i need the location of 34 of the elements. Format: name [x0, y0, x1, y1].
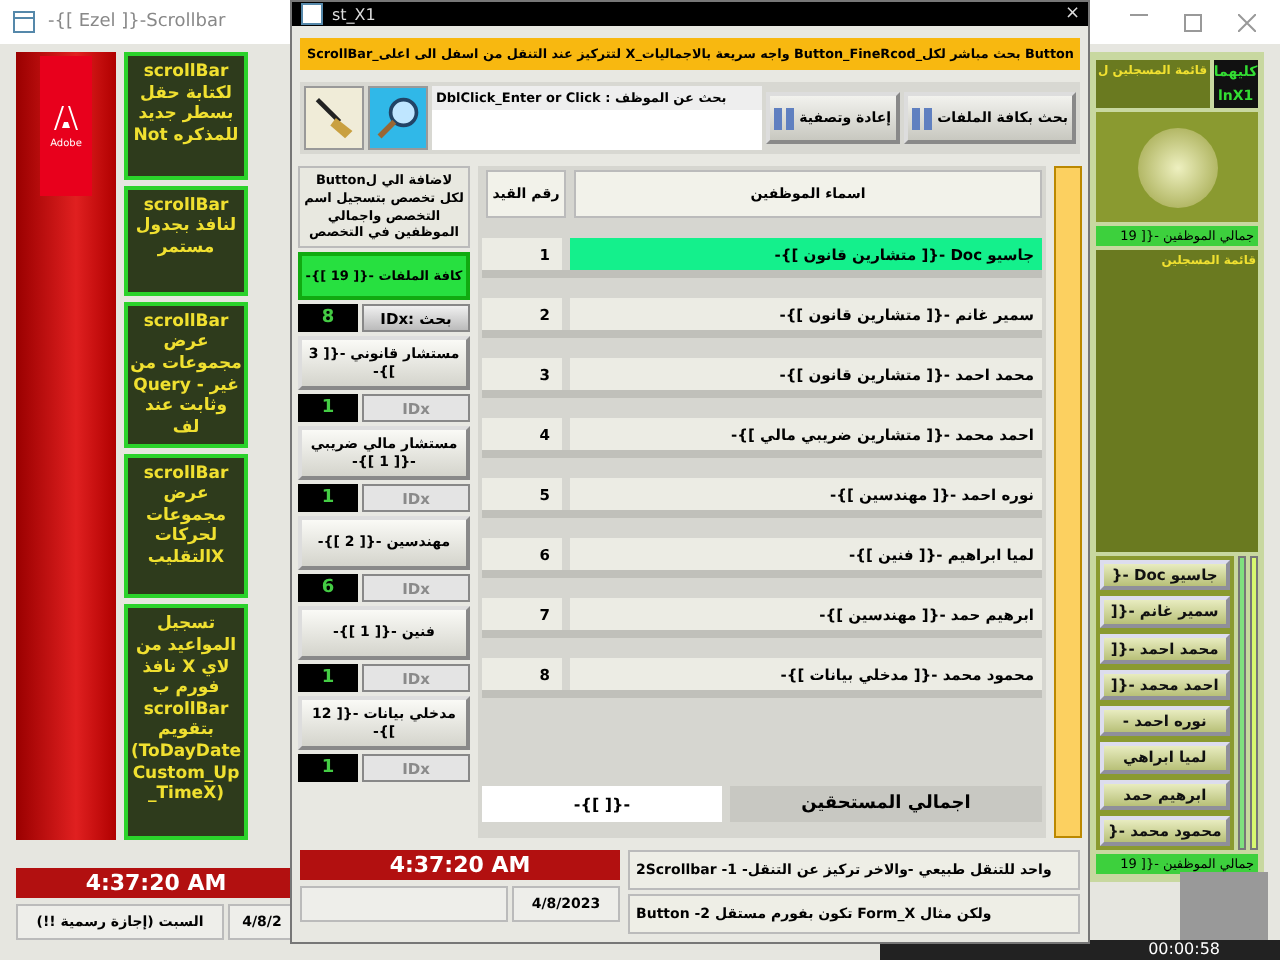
window-title: st_X1 — [332, 5, 376, 23]
id-field[interactable]: 8 — [298, 304, 358, 333]
search-icon — [374, 92, 422, 144]
window-icon — [12, 10, 36, 34]
window-icon — [300, 2, 324, 26]
menu-card[interactable]: scrollBar لنافذ بجدول مستمر — [124, 185, 248, 296]
count-field: 1 — [298, 664, 358, 693]
total-label: اجمالي المستحقين — [730, 786, 1042, 822]
total-field: -{[ ]}- — [482, 786, 722, 822]
count-field: 1 — [298, 394, 358, 423]
menu-card[interactable]: scrollBar لكتابة حقل بسطر جديد Not للمذكره — [124, 52, 248, 180]
scrollbar[interactable] — [1249, 556, 1258, 850]
menu-card[interactable]: تسجيل المواعيد من نافذ X لاي فورم ب scrollBar بتقويم (ToDayDate Custom_Up _TimeX) — [124, 604, 248, 840]
close-icon[interactable] — [1238, 13, 1256, 31]
window-title: -{[ Ezel ]}-Scrollbar — [48, 12, 226, 32]
count-field: 1 — [298, 754, 358, 783]
circle-drawing — [1137, 127, 1217, 207]
menu-card[interactable]: scrollBar عرض مجموعات من Query - غير وثابت عند لف — [124, 301, 248, 448]
clear-button[interactable] — [304, 86, 364, 150]
broom-icon — [310, 92, 358, 144]
minimize-icon[interactable] — [1130, 13, 1148, 17]
count-field: 1 — [298, 484, 358, 513]
scrollbar[interactable] — [1054, 166, 1082, 838]
scrollbar[interactable] — [1237, 556, 1246, 850]
logo-icon — [52, 103, 80, 131]
count-field: 6 — [298, 574, 358, 603]
close-button[interactable]: × — [1064, 4, 1080, 24]
timer-text: 00:00:58 — [1148, 940, 1220, 960]
clock-bar: 4:37:20 AM — [300, 850, 620, 880]
thumbnail-placeholder — [1180, 872, 1268, 940]
maximize-icon[interactable] — [1184, 13, 1202, 31]
search-button[interactable] — [368, 86, 428, 150]
clock-bar: 4:37:20 AM — [16, 868, 296, 898]
menu-card[interactable]: scrollBar عرض مجموعات لحركات التقليبX — [124, 453, 248, 599]
